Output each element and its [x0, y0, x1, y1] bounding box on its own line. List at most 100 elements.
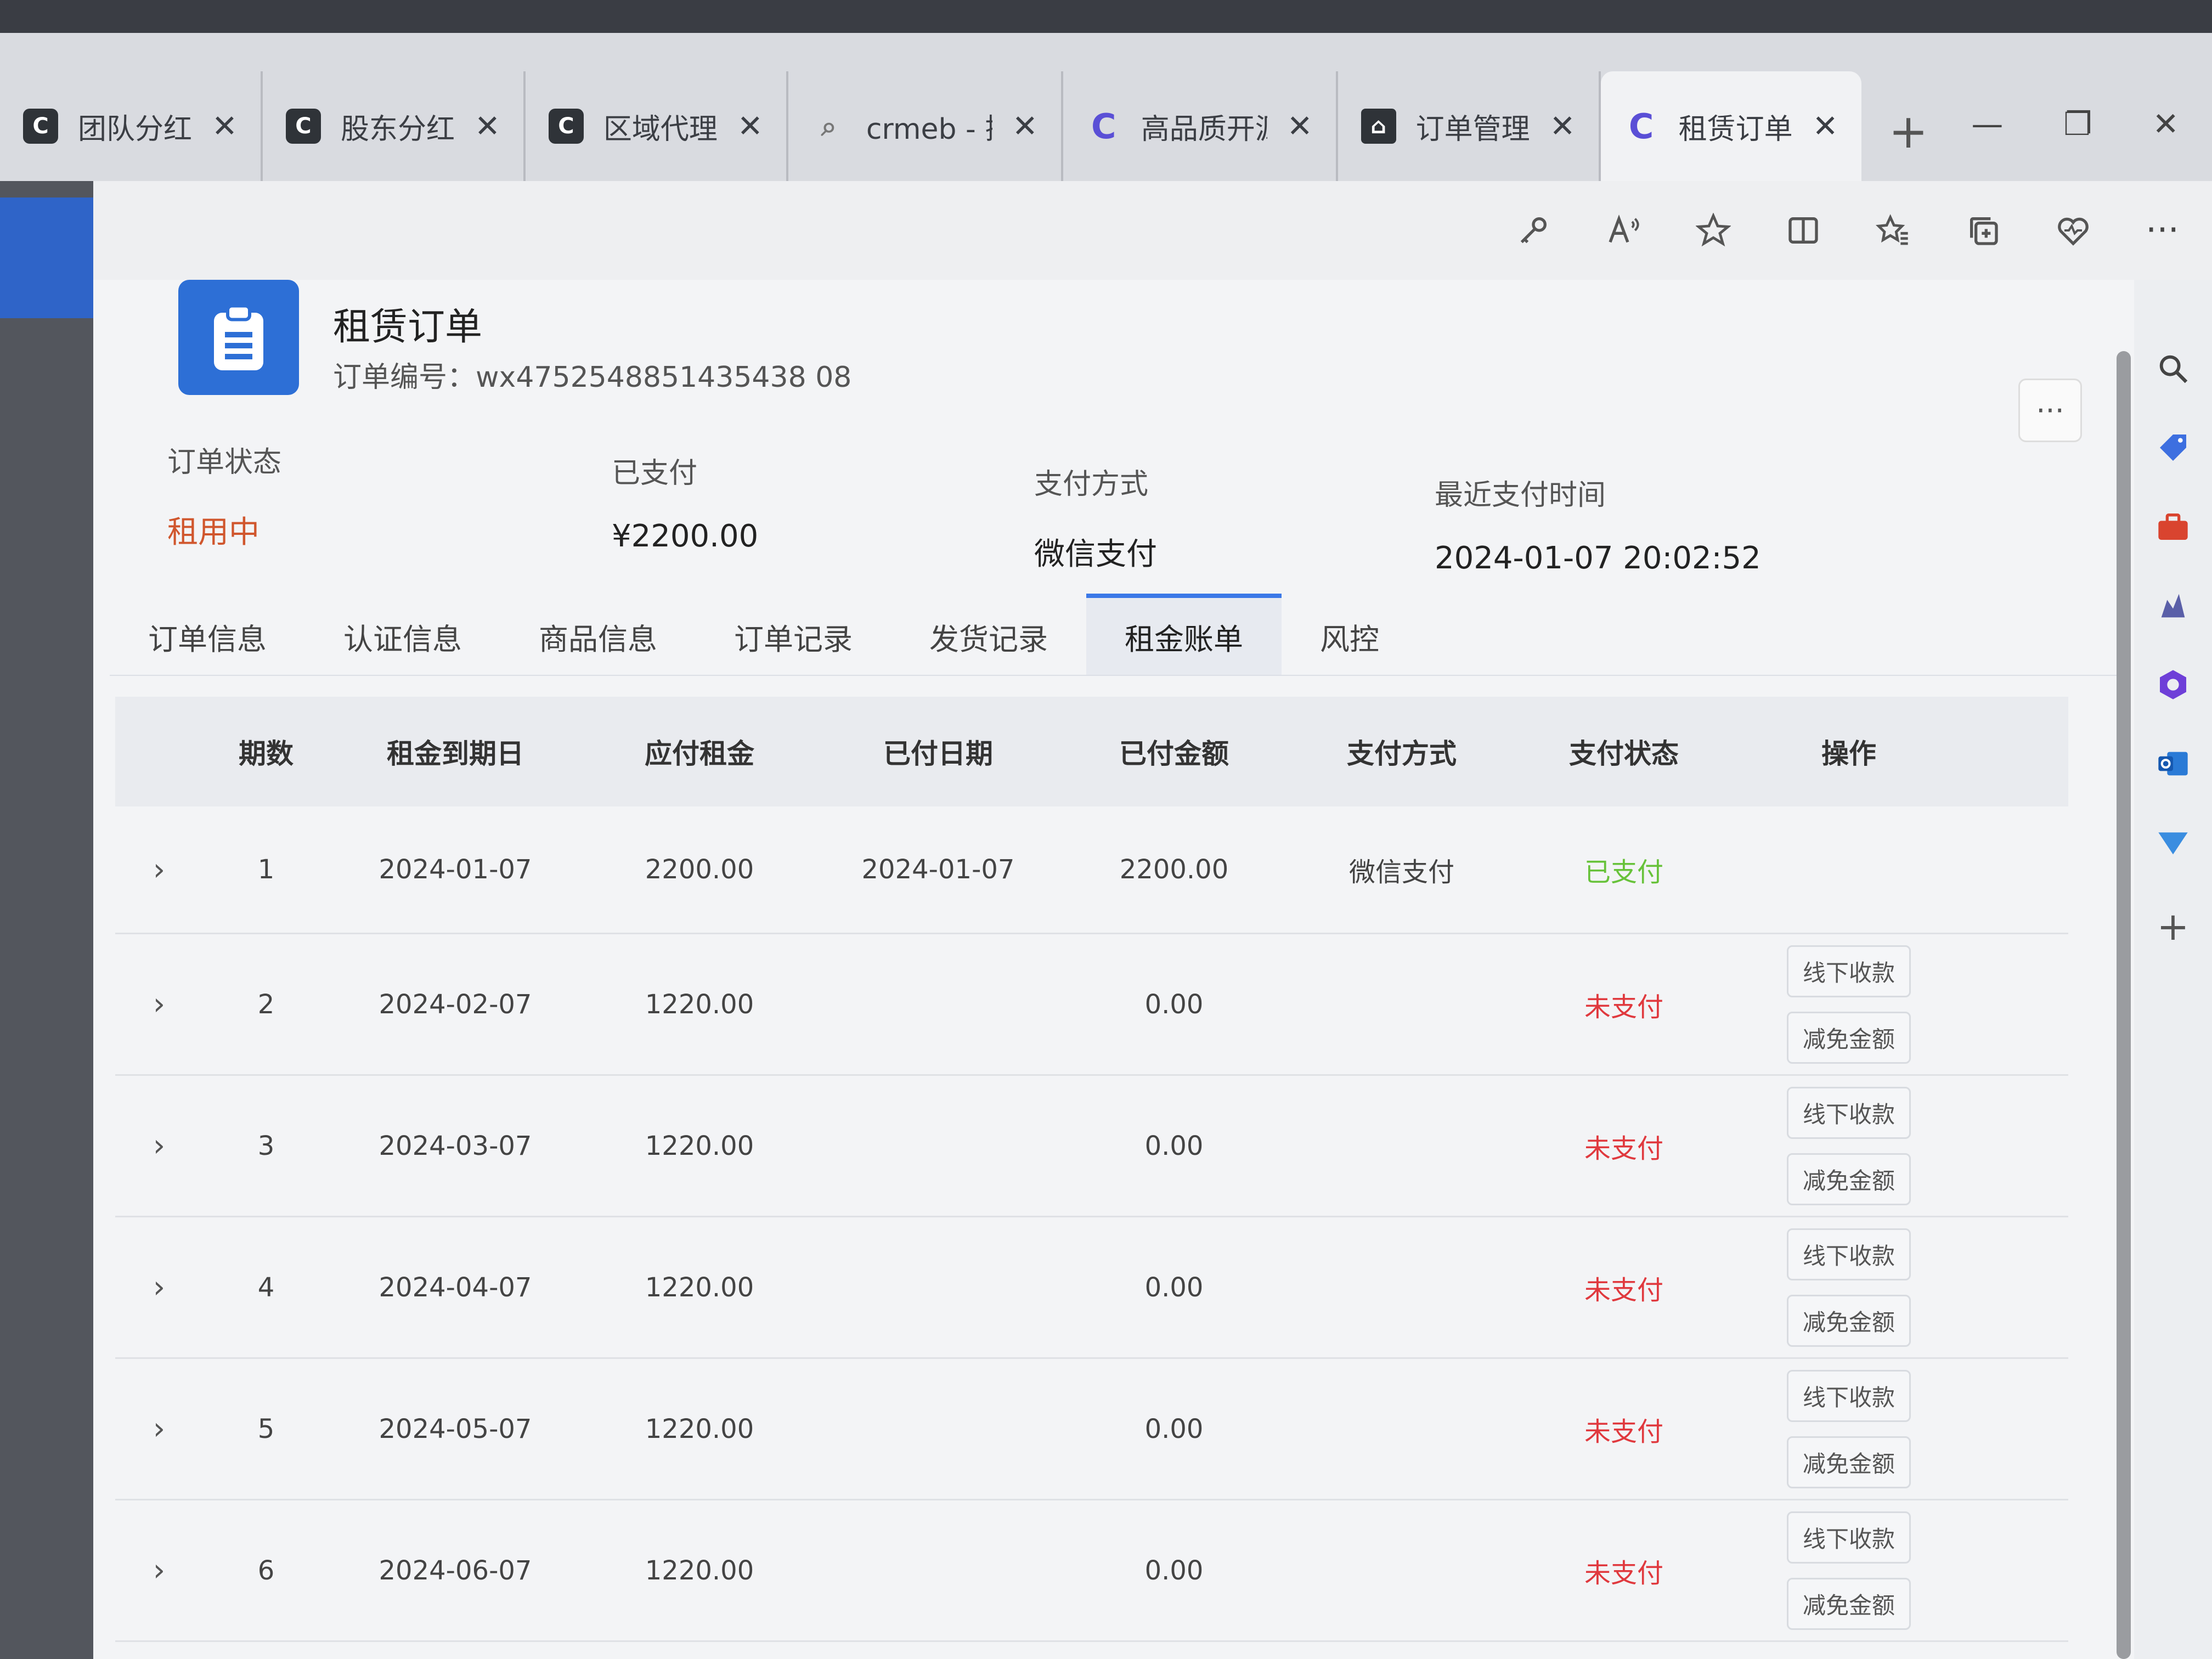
restore-button[interactable]: ❐: [2063, 105, 2092, 143]
tab-label: crmeb - 搜: [866, 112, 992, 146]
browser-tab-lease-order[interactable]: C 租赁订单 ✕: [1600, 71, 1861, 181]
browser-tab-bar: C 团队分红 ✕ C 股东分红 ✕ C 区域代理 ✕ ⌕ crmeb - 搜 ✕…: [0, 33, 2212, 182]
column-header-pay-status: 支付状态: [1569, 738, 1679, 770]
discount-amount-button[interactable]: 减免金额: [1786, 1153, 1911, 1205]
expand-row-chevron-icon[interactable]: ›: [115, 986, 203, 1022]
cell-paid-amount: 0.00: [1144, 989, 1204, 1020]
cell-actions: 线下收款 减免金额: [1734, 1511, 1964, 1630]
close-icon[interactable]: ✕: [1287, 109, 1313, 144]
cell-period: 6: [257, 1555, 275, 1586]
browser-tab-opensource[interactable]: C 高品质开源 ✕: [1063, 71, 1338, 181]
cell-paid-amount: 0.00: [1144, 1130, 1204, 1161]
table-body: › 1 2024-01-07 2200.00 2024-01-07 2200.00 微信支付…: [115, 806, 2068, 1642]
send-icon[interactable]: [2155, 825, 2191, 860]
offline-payment-button[interactable]: 线下收款: [1786, 1086, 1911, 1139]
crmeb-icon: C: [285, 109, 321, 144]
expand-row-chevron-icon[interactable]: ›: [115, 1411, 203, 1447]
cell-period: 5: [257, 1413, 275, 1444]
cell-due-date: 2024-06-07: [379, 1555, 532, 1586]
tab-rent-bill[interactable]: 租金账单: [1086, 594, 1282, 675]
page-scrollbar[interactable]: [2117, 351, 2131, 1659]
table-row: › 6 2024-06-07 1220.00 0.00 未支付 线下收款 减免金额: [115, 1500, 2068, 1642]
column-header-period: 期数: [239, 738, 294, 770]
browser-tab-team-dividend[interactable]: C 团队分红 ✕: [0, 71, 263, 181]
cell-period: 2: [257, 989, 275, 1020]
toolbox-icon[interactable]: [2155, 509, 2191, 544]
browser-health-icon[interactable]: [2056, 213, 2091, 248]
expand-row-chevron-icon[interactable]: ›: [115, 1269, 203, 1305]
favorites-icon[interactable]: [1875, 213, 1911, 248]
tab-label: 区域代理: [603, 112, 718, 146]
browser-tab-search[interactable]: ⌕ crmeb - 搜 ✕: [788, 71, 1063, 181]
window-controls: — ❐ ✕: [1971, 105, 2212, 181]
close-icon[interactable]: ✕: [212, 109, 238, 144]
expand-row-chevron-icon[interactable]: ›: [115, 1553, 203, 1588]
table-row: › 5 2024-05-07 1220.00 0.00 未支付 线下收款 减免金额: [115, 1359, 2068, 1500]
close-icon[interactable]: ✕: [475, 109, 500, 144]
order-number: 订单编号：wx4752548851435438 08: [333, 354, 851, 395]
offline-payment-button[interactable]: 线下收款: [1786, 1369, 1911, 1422]
cell-period: 4: [257, 1272, 275, 1303]
discount-amount-button[interactable]: 减免金额: [1786, 1294, 1911, 1347]
add-icon[interactable]: +: [2157, 904, 2190, 949]
offline-payment-button[interactable]: 线下收款: [1786, 945, 1911, 997]
new-tab-button[interactable]: +: [1861, 104, 1956, 181]
admin-icon: ⌂: [1361, 109, 1396, 144]
favorite-star-icon[interactable]: [1695, 213, 1731, 248]
browser-tab-region-agent[interactable]: C 区域代理 ✕: [526, 71, 788, 181]
shopping-tag-icon[interactable]: [2155, 430, 2191, 465]
last-pay-value: 2024-01-07 20:02:52: [1435, 540, 1761, 576]
tab-shipping-log[interactable]: 发货记录: [891, 598, 1086, 675]
discount-amount-button[interactable]: 减免金额: [1786, 1577, 1911, 1630]
table-header: 期数 租金到期日 应付租金 已付日期 已付金额 支付方式 支付状态 操作: [115, 697, 2068, 806]
close-icon[interactable]: ✕: [1550, 109, 1576, 144]
expand-row-chevron-icon[interactable]: ›: [115, 1128, 203, 1164]
cell-due-date: 2024-01-07: [379, 854, 532, 885]
discount-amount-button[interactable]: 减免金额: [1786, 1011, 1911, 1064]
tab-auth-info[interactable]: 认证信息: [305, 598, 500, 675]
expand-row-chevron-icon[interactable]: ›: [115, 852, 203, 888]
search-icon[interactable]: [2155, 351, 2191, 386]
tab-risk-control[interactable]: 风控: [1282, 598, 1418, 675]
cell-pay-status: 已支付: [1584, 857, 1663, 888]
cell-paid-date: 2024-01-07: [861, 854, 1015, 885]
detail-tabs: 订单信息 认证信息 商品信息 订单记录 发货记录 租金账单 风控: [110, 587, 2118, 676]
tab-product-info[interactable]: 商品信息: [500, 598, 696, 675]
read-aloud-icon[interactable]: [1606, 213, 1641, 248]
key-icon[interactable]: [1516, 213, 1551, 248]
summary-label: 支付方式: [1034, 468, 1149, 501]
page-content: 租赁订单 订单编号：wx4752548851435438 08 ··· 订单状态…: [93, 280, 2134, 1659]
offline-payment-button[interactable]: 线下收款: [1786, 1228, 1911, 1280]
cell-period: 1: [257, 854, 275, 885]
tab-label: 高品质开源: [1141, 112, 1267, 146]
crmeb-icon: C: [548, 109, 584, 144]
more-options-icon[interactable]: ···: [2146, 210, 2179, 251]
minimize-button[interactable]: —: [1971, 105, 2003, 143]
tab-order-log[interactable]: 订单记录: [696, 598, 891, 675]
games-icon[interactable]: [2155, 588, 2191, 623]
split-screen-icon[interactable]: [1786, 213, 1821, 248]
close-icon[interactable]: ✕: [1813, 109, 1838, 144]
cell-paid-amount: 0.00: [1144, 1413, 1204, 1444]
tab-label: 股东分红: [340, 112, 455, 146]
office-icon[interactable]: [2155, 667, 2191, 702]
browser-tab-order-manage[interactable]: ⌂ 订单管理 ✕: [1338, 71, 1601, 181]
tab-order-info[interactable]: 订单信息: [110, 598, 305, 675]
outlook-icon[interactable]: [2155, 746, 2191, 781]
browser-tab-shareholder-dividend[interactable]: C 股东分红 ✕: [263, 71, 526, 181]
close-icon[interactable]: ✕: [737, 109, 763, 144]
cell-pay-status: 未支付: [1584, 1558, 1663, 1589]
close-icon[interactable]: ✕: [1012, 109, 1038, 144]
summary-last-pay: 最近支付时间 2024-01-07 20:02:52: [1435, 472, 1761, 576]
cell-amount-due: 2200.00: [645, 854, 754, 885]
clipboard-icon: [178, 280, 299, 395]
column-header-pay-method: 支付方式: [1347, 738, 1457, 770]
cell-pay-status: 未支付: [1584, 991, 1663, 1023]
collections-icon[interactable]: [1966, 213, 2001, 248]
column-header-paid-amount: 已付金额: [1119, 738, 1229, 770]
more-actions-button[interactable]: ···: [2018, 379, 2082, 442]
summary-label: 最近支付时间: [1435, 479, 1606, 512]
close-window-button[interactable]: ✕: [2152, 105, 2179, 143]
discount-amount-button[interactable]: 减免金额: [1786, 1436, 1911, 1488]
offline-payment-button[interactable]: 线下收款: [1786, 1511, 1911, 1564]
